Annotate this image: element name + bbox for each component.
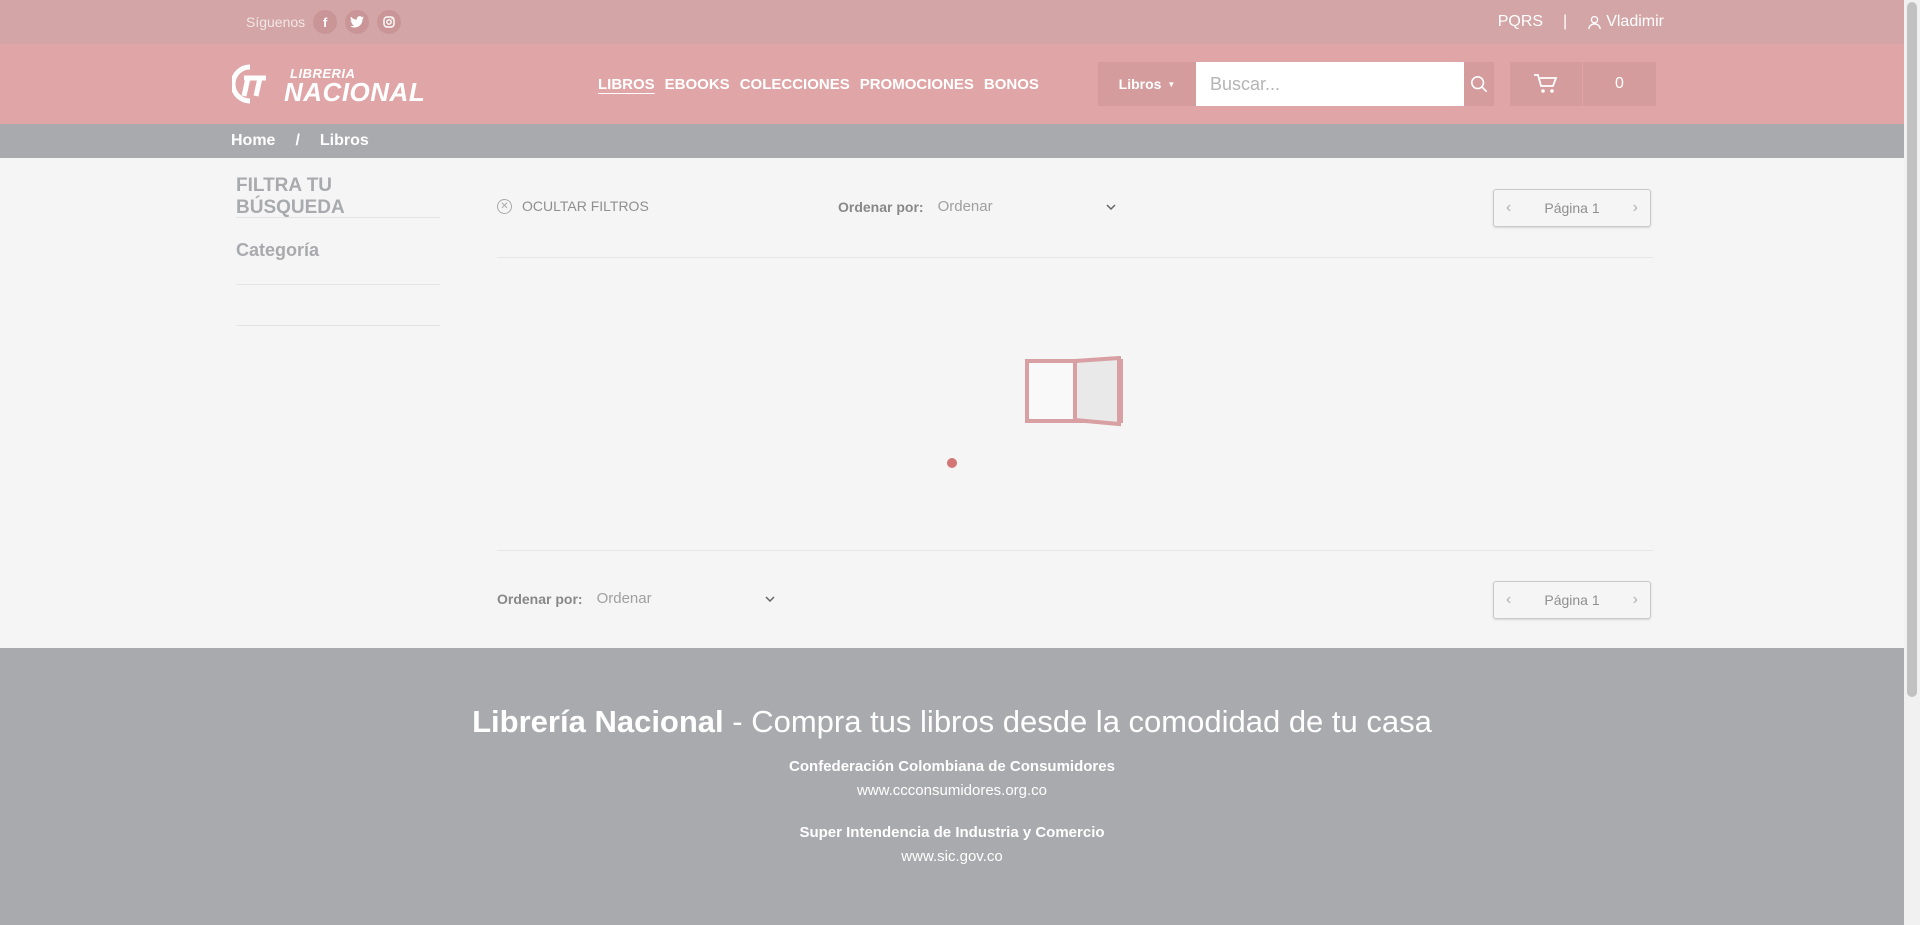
footer-link-1[interactable]: www.ccconsumidores.org.co	[0, 782, 1904, 799]
page-label: Página 1	[1544, 200, 1600, 216]
top-bar: Síguenos f PQRS | Vladimir	[0, 0, 1904, 44]
cart-icon-wrap	[1510, 62, 1582, 106]
sort-select[interactable]: Ordenar	[938, 198, 1116, 215]
sort-control-top: Ordenar por: Ordenar	[838, 198, 1116, 215]
caret-down-icon: ▼	[1167, 79, 1176, 89]
user-name: Vladimir	[1606, 13, 1664, 30]
search-category-label: Libros	[1118, 76, 1162, 92]
follow-label: Síguenos	[246, 14, 306, 30]
chevron-down-icon	[765, 595, 775, 602]
next-page-icon[interactable]: ›	[1633, 199, 1638, 217]
cart-icon	[1534, 74, 1558, 93]
sort-select[interactable]: Ordenar	[597, 590, 775, 607]
separator: |	[1563, 13, 1568, 30]
instagram-icon[interactable]	[377, 10, 402, 34]
divider	[236, 217, 440, 218]
sort-control-bottom: Ordenar por: Ordenar	[497, 590, 775, 607]
main-nav: LIBROS EBOOKS COLECCIONES PROMOCIONES BO…	[598, 44, 1039, 124]
results-area: ✕ OCULTAR FILTROS Ordenar por: Ordenar ‹…	[462, 158, 1904, 648]
filter-title: FILTRA TU BÚSQUEDA	[236, 175, 345, 218]
sort-label: Ordenar por:	[497, 590, 583, 607]
hide-filters-button[interactable]: ✕ OCULTAR FILTROS	[497, 198, 649, 214]
pagination-bottom: ‹ Página 1 ›	[1493, 581, 1651, 619]
top-right-links: PQRS | Vladimir	[1498, 0, 1664, 44]
footer-tagline: - Compra tus libros desde la comodidad d…	[723, 704, 1432, 739]
search-input[interactable]	[1196, 62, 1464, 106]
cart-count: 0	[1582, 62, 1656, 106]
footer-org-1: Confederación Colombiana de Consumidores	[789, 758, 1115, 775]
footer: Librería Nacional - Compra tus libros de…	[0, 648, 1904, 925]
search-button[interactable]	[1464, 62, 1494, 106]
facebook-icon[interactable]: f	[313, 10, 338, 34]
footer-org-2: Super Intendencia de Industria y Comerci…	[799, 824, 1105, 841]
next-page-icon[interactable]: ›	[1633, 591, 1638, 609]
loading-dot	[947, 458, 957, 468]
footer-link-2[interactable]: www.sic.gov.co	[0, 848, 1904, 865]
sort-value: Ordenar	[937, 198, 993, 215]
breadcrumb: Home / Libros	[231, 124, 369, 158]
logo[interactable]: LIBRERIA NACIONAL	[232, 62, 432, 107]
page-label: Página 1	[1544, 592, 1600, 608]
hide-filters-label: OCULTAR FILTROS	[522, 198, 649, 214]
sort-value: Ordenar	[596, 590, 652, 607]
logo-mark-icon	[232, 64, 266, 104]
twitter-icon[interactable]	[345, 10, 370, 34]
nav-ebooks[interactable]: EBOOKS	[665, 76, 730, 93]
filter-category[interactable]: Categoría	[236, 240, 319, 261]
sort-label: Ordenar por:	[838, 198, 924, 215]
chevron-down-icon	[1106, 203, 1116, 210]
breadcrumb-bar: Home / Libros	[0, 124, 1904, 158]
nav-libros[interactable]: LIBROS	[598, 76, 655, 93]
divider	[497, 550, 1653, 551]
nav-colecciones[interactable]: COLECCIONES	[740, 76, 850, 93]
breadcrumb-home[interactable]: Home	[231, 132, 275, 150]
nav-bonos[interactable]: BONOS	[984, 76, 1039, 93]
scrollbar[interactable]	[1904, 0, 1920, 925]
close-circle-icon: ✕	[497, 198, 512, 214]
nav-promociones[interactable]: PROMOCIONES	[860, 76, 974, 93]
main-header: LIBRERIA NACIONAL LIBROS EBOOKS COLECCIO…	[0, 44, 1904, 124]
search-bar: Libros ▼	[1098, 62, 1494, 106]
scrollbar-thumb[interactable]	[1907, 2, 1917, 697]
loading-book-icon	[1025, 356, 1123, 427]
user-menu[interactable]: Vladimir	[1587, 13, 1664, 31]
divider	[236, 325, 440, 326]
search-category-dropdown[interactable]: Libros ▼	[1098, 62, 1196, 106]
breadcrumb-separator: /	[295, 132, 300, 149]
footer-title: Librería Nacional - Compra tus libros de…	[0, 704, 1904, 740]
user-icon	[1588, 15, 1601, 29]
pqrs-link[interactable]: PQRS	[1498, 13, 1543, 31]
breadcrumb-current: Libros	[319, 132, 369, 149]
search-icon	[1470, 75, 1488, 93]
divider	[236, 284, 440, 285]
footer-brand: Librería Nacional	[472, 704, 724, 739]
filter-sidebar: FILTRA TU BÚSQUEDA Categoría	[236, 158, 440, 648]
prev-page-icon[interactable]: ‹	[1506, 199, 1511, 217]
cart-button[interactable]: 0	[1510, 62, 1656, 106]
logo-bottom-text: NACIONAL	[284, 77, 426, 107]
social-follow: Síguenos f	[246, 0, 402, 44]
pagination-top: ‹ Página 1 ›	[1493, 189, 1651, 227]
divider	[497, 257, 1653, 258]
prev-page-icon[interactable]: ‹	[1506, 591, 1511, 609]
